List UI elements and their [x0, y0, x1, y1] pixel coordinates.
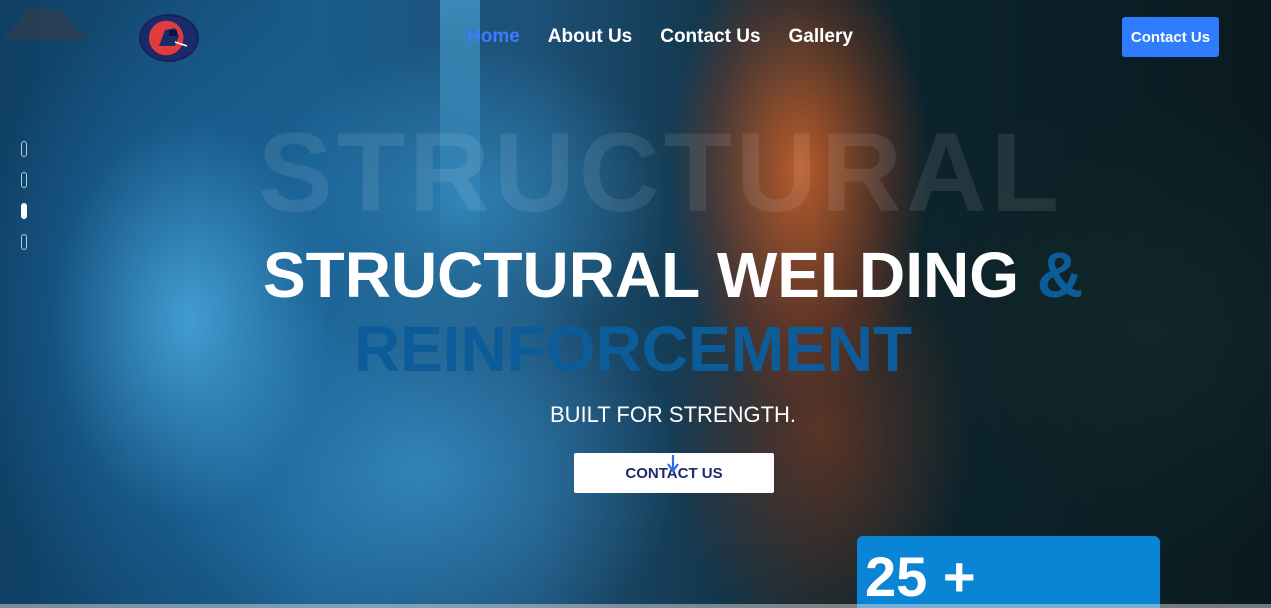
welder-logo-icon[interactable] — [139, 14, 199, 62]
bottom-edge-bar — [0, 604, 1271, 608]
stat-value: 25 + — [865, 545, 976, 608]
hero-section: Home About Us Contact Us Gallery Contact… — [0, 0, 1271, 608]
logo-graphic — [159, 28, 188, 47]
hero-watermark-text: STRUCTURAL — [257, 110, 1064, 235]
header-contact-button[interactable]: Contact Us — [1122, 17, 1219, 57]
hero-contact-button[interactable]: CONTACT US — [574, 453, 774, 493]
hero-title-accent: REINFORCEMENT — [353, 313, 913, 385]
hero-subtitle: BUILT FOR STRENGTH. — [549, 402, 797, 427]
nav-link-contact-us[interactable]: Contact Us — [660, 26, 760, 48]
hero-title-main: STRUCTURAL WELDING — [262, 239, 1020, 311]
hero-title-ampersand: & — [1036, 239, 1084, 311]
nav-link-home[interactable]: Home — [467, 26, 520, 48]
nav-link-about-us[interactable]: About Us — [548, 26, 632, 48]
nav-link-gallery[interactable]: Gallery — [789, 26, 853, 48]
stat-card: 25 + — [857, 536, 1160, 608]
hero-title: STRUCTURAL WELDING & REINFORCEMENT — [0, 238, 1271, 386]
main-nav: Home About Us Contact Us Gallery — [467, 26, 881, 48]
stat-decoration-icon — [4, 6, 88, 40]
